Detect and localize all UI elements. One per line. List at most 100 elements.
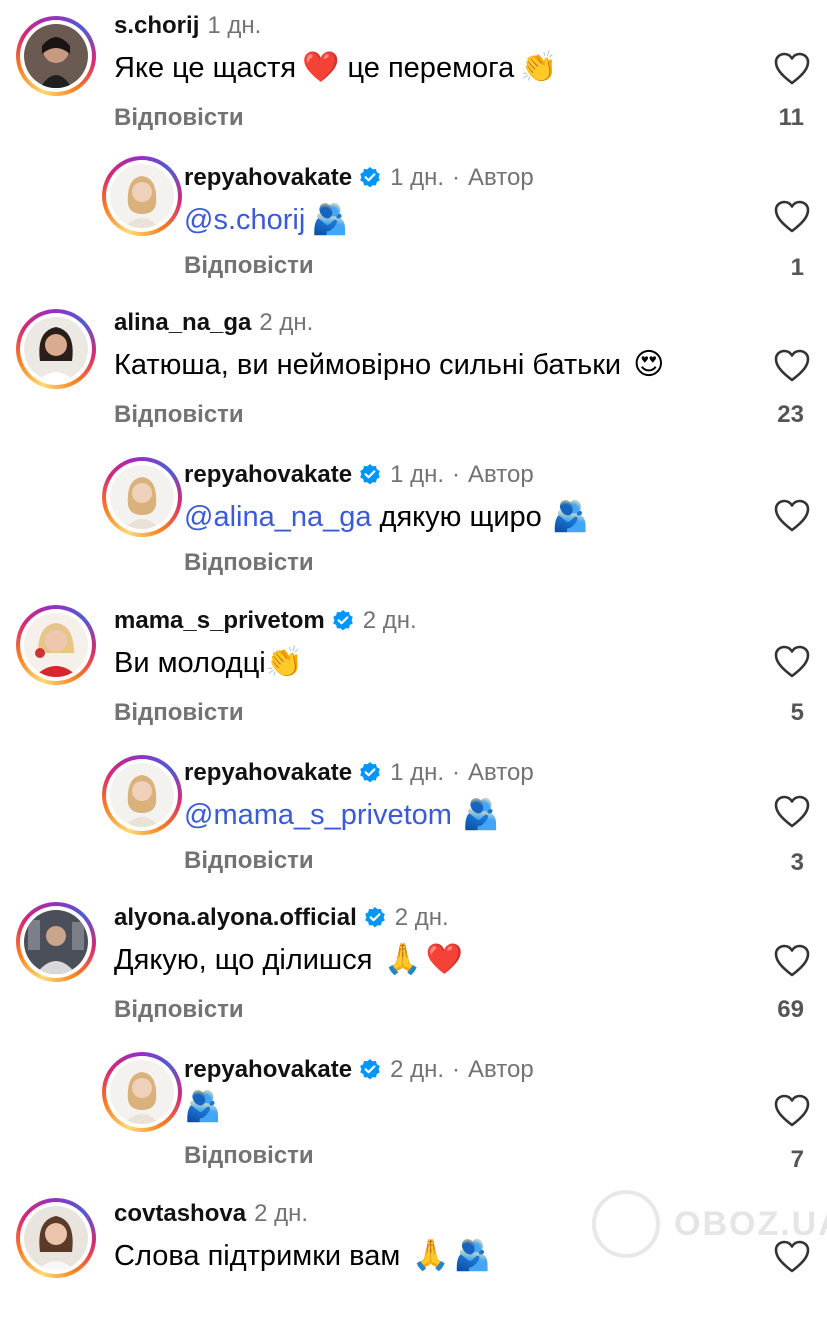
pray-emoji: 🙏 xyxy=(384,943,422,976)
reply-item: repyahovakate 2 дн. · Автор 🫂 Відповісти… xyxy=(0,1040,827,1180)
comment-time: 1 дн. xyxy=(207,12,262,39)
hug-emoji: 🫂 xyxy=(311,203,349,236)
comment-time: 2 дн. xyxy=(390,1056,445,1083)
like-count: 1 xyxy=(790,254,804,281)
avatar-photo xyxy=(110,763,174,827)
reply-button[interactable]: Відповісти xyxy=(184,252,314,280)
like-heart-icon[interactable] xyxy=(774,795,810,829)
separator-dot: · xyxy=(452,164,461,191)
reply-button[interactable]: Відповісти xyxy=(114,401,244,429)
like-count: 7 xyxy=(790,1146,804,1173)
mention-link[interactable]: @alina_na_ga xyxy=(184,497,371,537)
like-count: 5 xyxy=(790,699,804,726)
clap-emoji: 👏 xyxy=(520,51,558,84)
avatar[interactable] xyxy=(16,309,96,389)
avatar[interactable] xyxy=(16,1198,96,1278)
watermark: OBOZ.UA xyxy=(592,1190,827,1258)
heart-emoji: ❤️ xyxy=(302,51,340,84)
avatar-photo xyxy=(24,24,88,88)
reply-item: repyahovakate 1 дн. · Автор @alina_na_ga… xyxy=(0,445,827,585)
hug-emoji: 🫂 xyxy=(453,1239,492,1272)
verified-badge-icon xyxy=(358,166,382,190)
pray-emoji: 🙏 xyxy=(412,1239,450,1272)
verified-badge-icon xyxy=(358,1058,382,1082)
like-heart-icon[interactable] xyxy=(774,52,810,86)
verified-badge-icon xyxy=(331,609,355,633)
comment-username[interactable]: alina_na_ga xyxy=(114,309,251,337)
comment-time: 2 дн. xyxy=(394,904,449,931)
like-heart-icon[interactable] xyxy=(774,944,810,978)
avatar-photo xyxy=(110,465,174,529)
verified-badge-icon xyxy=(358,463,382,487)
comment-text: Яке це щастя xyxy=(114,52,297,84)
comment-username[interactable]: covtashova xyxy=(114,1200,246,1228)
hug-emoji: 🫂 xyxy=(461,798,500,831)
comment-item: s.chorij 1 дн. Яке це щастя ❤️ це перемо… xyxy=(0,0,827,140)
mention-link[interactable]: @mama_s_privetom xyxy=(184,795,452,835)
like-heart-icon[interactable] xyxy=(774,1094,810,1128)
avatar[interactable] xyxy=(16,16,96,96)
like-count: 23 xyxy=(777,401,804,428)
reply-button[interactable]: Відповісти xyxy=(184,847,314,875)
author-label: Автор xyxy=(468,461,534,488)
reply-button[interactable]: Відповісти xyxy=(114,699,244,727)
reply-button[interactable]: Відповісти xyxy=(114,996,244,1024)
avatar[interactable] xyxy=(102,755,182,835)
separator-dot: · xyxy=(452,461,461,488)
comment-text: дякую щиро xyxy=(371,501,542,533)
comment-username[interactable]: repyahovakate xyxy=(184,461,352,489)
avatar-photo xyxy=(24,317,88,381)
like-heart-icon[interactable] xyxy=(774,499,810,533)
like-heart-icon[interactable] xyxy=(774,200,810,234)
reply-button[interactable]: Відповісти xyxy=(114,104,244,132)
watermark-logo-icon xyxy=(592,1190,660,1258)
avatar-photo xyxy=(24,613,88,677)
comment-time: 2 дн. xyxy=(362,607,417,634)
comment-username[interactable]: repyahovakate xyxy=(184,164,352,192)
reply-item: repyahovakate 1 дн. · Автор @s.chorij 🫂 … xyxy=(0,148,827,288)
avatar[interactable] xyxy=(102,156,182,236)
comment-time: 1 дн. xyxy=(390,164,445,191)
comment-time: 2 дн. xyxy=(254,1200,309,1227)
reply-button[interactable]: Відповісти xyxy=(184,549,314,577)
comment-item: alina_na_ga 2 дн. Катюша, ви неймовірно … xyxy=(0,297,827,437)
like-count: 69 xyxy=(777,996,804,1023)
hug-emoji: 🫂 xyxy=(184,1090,222,1123)
comment-item: mama_s_privetom 2 дн. Ви молодці 👏 Відпо… xyxy=(0,595,827,735)
comment-username[interactable]: repyahovakate xyxy=(184,759,352,787)
clap-emoji: 👏 xyxy=(265,646,304,679)
comment-time: 1 дн. xyxy=(390,759,445,786)
comment-text: Слова підтримки вам xyxy=(114,1240,401,1272)
mention-link[interactable]: @s.chorij xyxy=(184,200,305,240)
avatar[interactable] xyxy=(16,605,96,685)
avatar[interactable] xyxy=(16,902,96,982)
avatar-photo xyxy=(110,164,174,228)
reply-item: repyahovakate 1 дн. · Автор @mama_s_priv… xyxy=(0,743,827,883)
author-label: Автор xyxy=(468,759,534,786)
avatar-photo xyxy=(24,910,88,974)
watermark-text: OBOZ.UA xyxy=(674,1204,827,1243)
avatar-photo xyxy=(110,1060,174,1124)
avatar[interactable] xyxy=(102,457,182,537)
verified-badge-icon xyxy=(363,906,387,930)
comment-text: Катюша, ви неймовірно сильні батьки xyxy=(114,349,622,381)
avatar[interactable] xyxy=(102,1052,182,1132)
comment-username[interactable]: repyahovakate xyxy=(184,1056,352,1084)
like-count: 11 xyxy=(778,104,804,131)
heart-eyes-emoji: 😍 xyxy=(633,348,665,381)
comment-text: Дякую, що ділишся xyxy=(114,944,373,976)
comment-username[interactable]: mama_s_privetom xyxy=(114,607,325,635)
hug-emoji: 🫂 xyxy=(551,500,590,533)
heart-emoji: ❤️ xyxy=(425,943,464,976)
reply-button[interactable]: Відповісти xyxy=(184,1142,314,1170)
comment-item: alyona.alyona.official 2 дн. Дякую, що д… xyxy=(0,892,827,1032)
comment-username[interactable]: alyona.alyona.official xyxy=(114,904,357,932)
comment-time: 1 дн. xyxy=(390,461,445,488)
verified-badge-icon xyxy=(358,761,382,785)
comment-username[interactable]: s.chorij xyxy=(114,12,199,40)
author-label: Автор xyxy=(468,1056,534,1083)
like-heart-icon[interactable] xyxy=(774,645,810,679)
like-count: 3 xyxy=(790,849,804,876)
like-heart-icon[interactable] xyxy=(774,349,810,383)
separator-dot: · xyxy=(452,759,461,786)
